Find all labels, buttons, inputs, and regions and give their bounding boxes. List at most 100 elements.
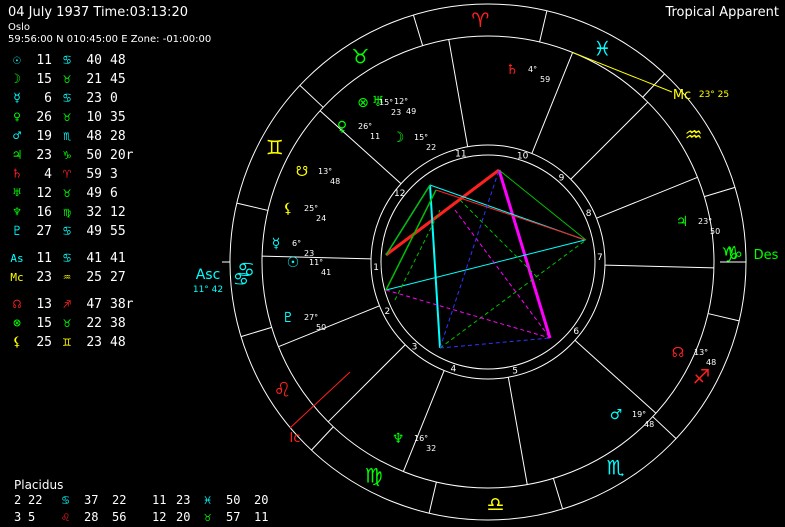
house-number-4: 4 <box>451 365 457 375</box>
uranus-minute: 49 <box>406 107 416 116</box>
sign-boundary-line <box>552 478 564 510</box>
jupiter-minute: 50 <box>710 227 720 236</box>
virgo-sign-icon: ♍ <box>365 463 383 487</box>
aspect-line <box>439 169 500 349</box>
pisces-sign-icon: ♓ <box>593 37 611 61</box>
aquarius-sign-icon: ♒ <box>685 122 703 146</box>
mars-minute: 48 <box>644 420 654 429</box>
sun-planet-icon: ☉ <box>287 255 300 271</box>
house-number-2: 2 <box>384 307 390 317</box>
venus-minute: 11 <box>370 132 380 141</box>
sagittarius-sign-icon: ♐ <box>692 364 710 388</box>
sun-minute: 41 <box>321 268 331 277</box>
moon-degree: 15° <box>414 133 428 142</box>
house-cusp-line <box>402 370 445 472</box>
house-number-1: 1 <box>373 263 379 273</box>
house-cusp-line <box>448 39 469 147</box>
neptune-minute: 32 <box>426 444 436 453</box>
mc-axis-line <box>572 51 673 93</box>
house-cusp-line <box>570 101 649 180</box>
taurus-sign-icon: ♉ <box>351 44 369 68</box>
moon-planet-icon: ☽ <box>392 130 405 146</box>
house-number-6: 6 <box>573 327 579 337</box>
mars-planet-icon: ♂ <box>610 407 623 423</box>
aspect-ring <box>380 154 596 370</box>
aspect-line <box>385 168 500 257</box>
north-node-planet-icon: ☊ <box>672 345 684 361</box>
venus-planet-icon: ♀ <box>337 119 347 135</box>
sign-boundary-line <box>707 313 740 322</box>
mercury-minute: 23 <box>304 249 314 258</box>
aspect-line <box>429 184 441 349</box>
des-label: Des <box>754 248 779 263</box>
lilith-degree: 25° <box>304 204 318 213</box>
scorpio-sign-icon: ♏ <box>607 456 625 480</box>
house-number-8: 8 <box>586 209 592 219</box>
north-node-degree: 13° <box>694 348 708 357</box>
aries-sign-icon: ♈ <box>471 8 489 32</box>
pluto-minute: 50 <box>316 323 326 332</box>
sign-boundary-line <box>539 10 548 43</box>
house-cusp-line <box>604 264 714 269</box>
house-number-7: 7 <box>597 253 603 263</box>
aspect-line <box>385 239 586 291</box>
pluto-degree: 27° <box>304 313 318 322</box>
ic-axis-line <box>289 371 351 429</box>
jupiter-planet-icon: ♃ <box>676 214 689 230</box>
lilith-planet-icon: ⚸ <box>283 201 293 217</box>
sign-boundary-line <box>311 426 334 451</box>
house-number-10: 10 <box>517 151 529 161</box>
sign-boundary-line <box>240 326 272 338</box>
south-node-degree: 13° <box>318 167 332 176</box>
aspect-line <box>435 189 587 241</box>
part-of-fortune-planet-icon: ⊗ <box>357 95 369 111</box>
des-sign-icon: ♑ <box>727 243 743 264</box>
mercury-planet-icon: ☿ <box>272 236 281 252</box>
house-number-9: 9 <box>559 173 565 183</box>
aspect-line <box>439 337 551 349</box>
mars-degree: 19° <box>632 410 646 419</box>
aspect-line <box>439 239 587 349</box>
saturn-planet-icon: ♄ <box>506 62 519 78</box>
aspect-line <box>498 169 587 241</box>
aspect-line <box>385 189 437 291</box>
jupiter-degree: 23° <box>698 217 712 226</box>
asc-sign-icon: ♋ <box>233 269 249 290</box>
saturn-minute: 59 <box>540 75 550 84</box>
house-cusp-line <box>596 176 698 219</box>
sign-boundary-line <box>652 416 677 439</box>
house-number-5: 5 <box>512 367 518 377</box>
venus-degree: 26° <box>358 122 372 131</box>
part-of-fortune-degree: 15° <box>379 98 393 107</box>
sign-boundary-line <box>412 14 424 46</box>
mc-label: Mc <box>673 88 691 103</box>
house-cusp-line <box>531 52 574 154</box>
south-node-minute: 48 <box>330 177 340 186</box>
aspect-line <box>394 209 441 301</box>
sign-boundary-line <box>704 186 736 198</box>
neptune-degree: 16° <box>414 434 428 443</box>
north-node-minute: 48 <box>706 358 716 367</box>
aspect-line <box>497 169 552 339</box>
sun-degree: 11° <box>309 258 323 267</box>
sign-boundary-line <box>236 202 269 211</box>
asc-label: Asc <box>196 267 221 283</box>
house-cusp-line <box>507 377 528 485</box>
lilith-minute: 24 <box>316 214 326 223</box>
house-number-11: 11 <box>455 149 466 159</box>
house-number-12: 12 <box>394 189 405 199</box>
mercury-degree: 6° <box>292 239 301 248</box>
neptune-planet-icon: ♆ <box>392 431 405 447</box>
libra-sign-icon: ♎ <box>487 492 505 516</box>
outer-ring <box>229 3 747 521</box>
part-of-fortune-minute: 23 <box>391 108 401 117</box>
house-number-3: 3 <box>412 343 418 353</box>
south-node-planet-icon: ☋ <box>296 164 308 180</box>
aspect-line <box>385 289 551 339</box>
gemini-sign-icon: ♊ <box>266 136 284 160</box>
uranus-degree: 12° <box>394 97 408 106</box>
sign-boundary-line <box>299 85 324 108</box>
saturn-degree: 4° <box>528 65 537 74</box>
pluto-planet-icon: ♇ <box>282 310 295 326</box>
sign-boundary-line <box>642 73 665 98</box>
